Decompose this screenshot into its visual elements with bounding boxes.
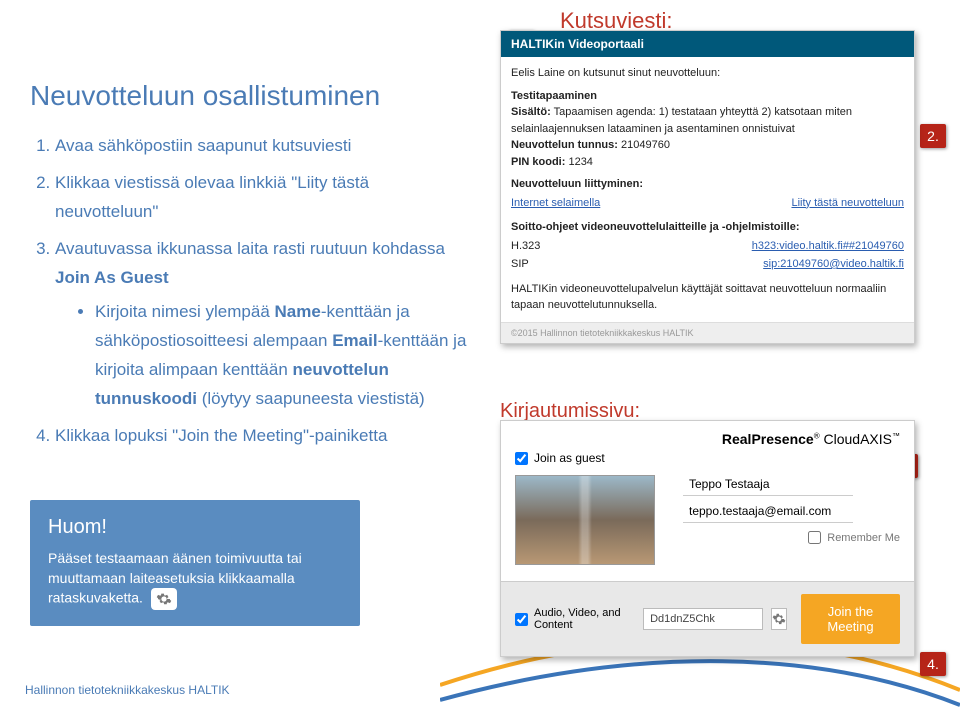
email-field[interactable] [683, 500, 853, 523]
email-info: HALTIKin videoneuvottelupalvelun käyttäj… [511, 281, 904, 314]
email-salutation: Eelis Laine on kutsunut sinut neuvottelu… [511, 65, 904, 82]
h323-link[interactable]: h323:video.haltik.fi##21049760 [752, 238, 904, 255]
callout-2: 2. [920, 124, 946, 148]
email-tunnus: Neuvottelun tunnus: 21049760 [511, 137, 904, 154]
email-browser-label: Internet selaimella [511, 195, 600, 212]
login-brand: RealPresence® CloudAXIS™ [501, 431, 914, 447]
remember-row[interactable]: Remember Me [669, 527, 914, 548]
email-h323-row: H.323 h323:video.haltik.fi##21049760 [511, 238, 904, 255]
email-sip-row: SIP sip:21049760@video.haltik.fi [511, 256, 904, 273]
step-4: Klikkaa lopuksi "Join the Meeting"-paini… [55, 422, 470, 451]
note-box: Huom! Pääset testaamaan äänen toimivuutt… [30, 500, 360, 626]
footer-text: Hallinnon tietotekniikkakeskus HALTIK [25, 683, 230, 697]
passcode-field[interactable] [643, 608, 763, 630]
step-2: Klikkaa viestissä olevaa linkkiä "Liity … [55, 169, 470, 227]
note-title: Huom! [48, 516, 342, 539]
email-join-heading: Neuvotteluun liittyminen: [511, 176, 904, 193]
gear-icon [151, 588, 177, 610]
sip-link[interactable]: sip:21049760@video.haltik.fi [763, 256, 904, 273]
join-as-guest-row[interactable]: Join as guest [501, 447, 914, 469]
join-meeting-button[interactable]: Join the Meeting [801, 594, 900, 644]
email-join-browser: Internet selaimella Liity tästä neuvotte… [511, 195, 904, 212]
join-as-guest-label: Join as guest [534, 451, 605, 465]
gear-icon[interactable] [771, 608, 787, 630]
email-header: HALTIKin Videoportaali [501, 31, 914, 57]
avc-label: Audio, Video, and Content [534, 607, 643, 631]
email-footer: ©2015 Hallinnon tietotekniikkakeskus HAL… [501, 322, 914, 343]
note-text: Pääset testaamaan äänen toimivuutta tai … [48, 549, 342, 610]
step-3: Avautuvassa ikkunassa laita rasti ruutuu… [55, 235, 470, 414]
avc-checkbox[interactable] [515, 613, 528, 626]
email-dialin-heading: Soitto-ohjeet videoneuvottelulaitteille … [511, 219, 904, 236]
video-preview [515, 475, 655, 565]
invitation-email: HALTIKin Videoportaali Eelis Laine on ku… [500, 30, 915, 344]
steps-list: Avaa sähköpostiin saapunut kutsuviesti K… [55, 132, 470, 451]
remember-me-label: Remember Me [827, 532, 900, 544]
step-3-bullet: Kirjoita nimesi ylempää Name-kenttään ja… [95, 298, 470, 414]
email-body: Eelis Laine on kutsunut sinut neuvottelu… [501, 57, 914, 322]
login-bottom-bar: Audio, Video, and Content Join the Meeti… [501, 581, 914, 656]
email-meeting-name: Testitapaaminen [511, 88, 904, 105]
step-1: Avaa sähköpostiin saapunut kutsuviesti [55, 132, 470, 161]
callout-4: 4. [920, 652, 946, 676]
email-pin: PIN koodi: 1234 [511, 154, 904, 171]
join-meeting-link[interactable]: Liity tästä neuvotteluun [791, 195, 904, 212]
instructions-panel: Neuvotteluun osallistuminen Avaa sähköpo… [30, 80, 470, 459]
step-3-sublist: Kirjoita nimesi ylempää Name-kenttään ja… [95, 298, 470, 414]
remember-me-checkbox[interactable] [808, 531, 821, 544]
page-title: Neuvotteluun osallistuminen [30, 80, 470, 112]
join-as-guest-checkbox[interactable] [515, 452, 528, 465]
email-content: Sisältö: Tapaamisen agenda: 1) testataan… [511, 104, 904, 137]
name-field[interactable] [683, 473, 853, 496]
login-page: RealPresence® CloudAXIS™ Join as guest R… [500, 420, 915, 657]
